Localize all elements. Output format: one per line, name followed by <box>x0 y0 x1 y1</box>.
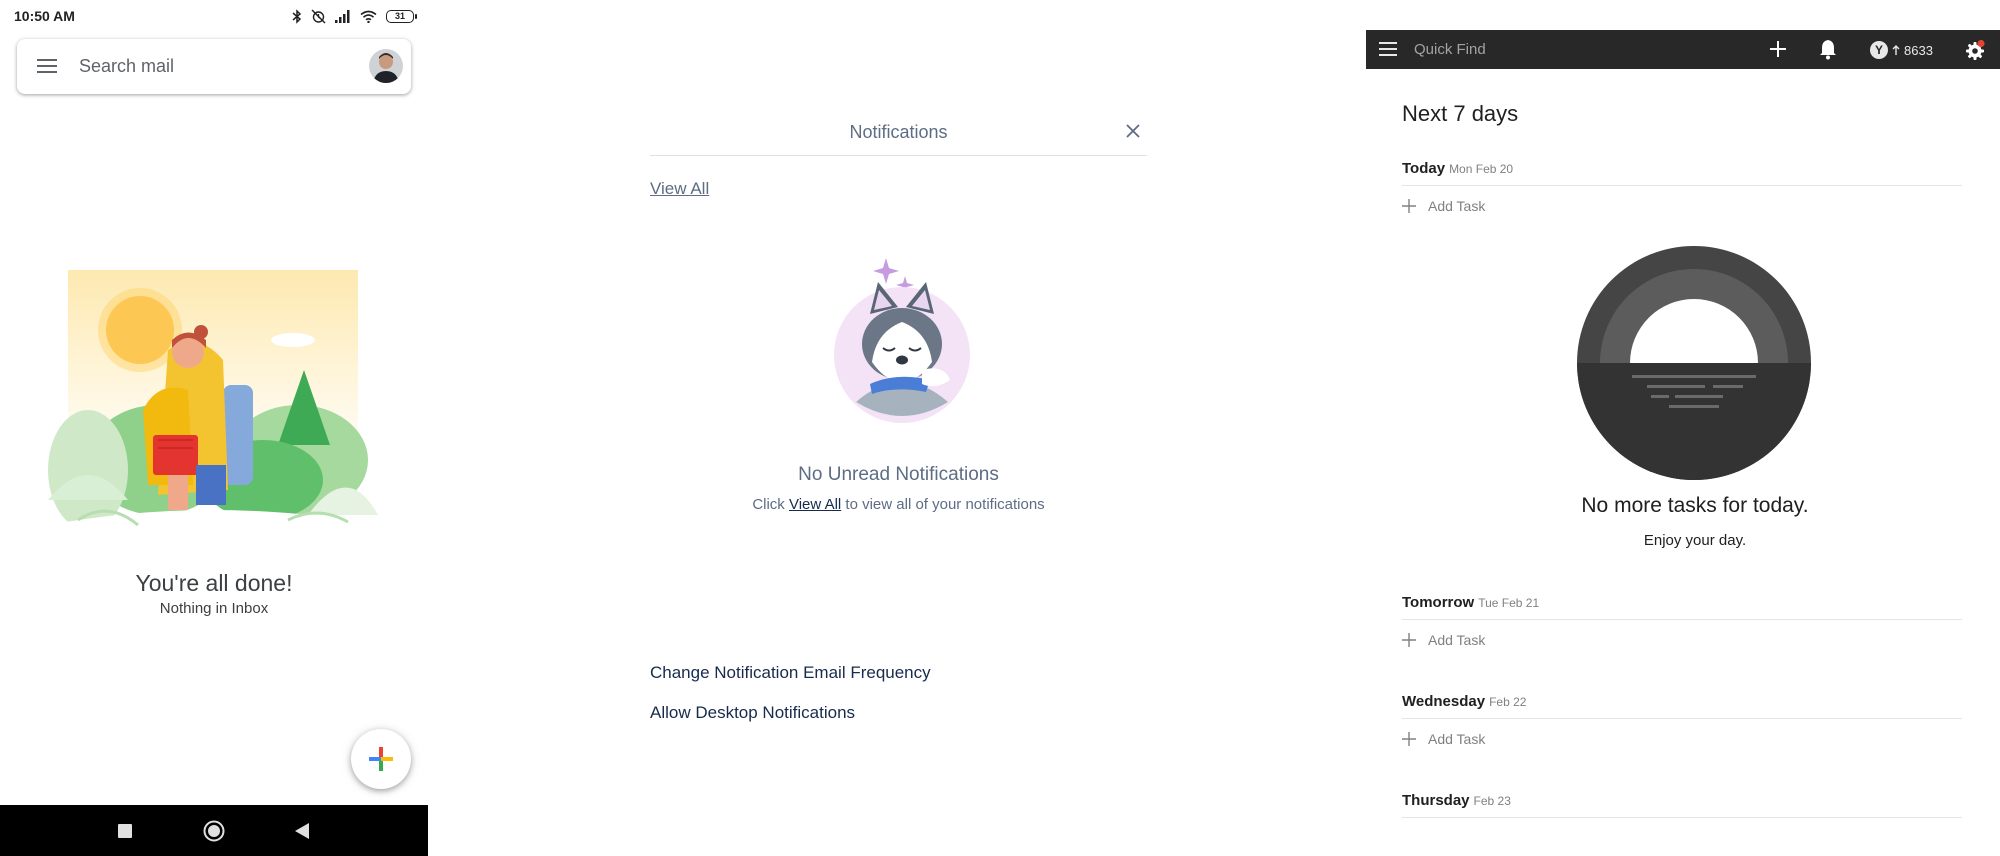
day-date: Tue Feb 21 <box>1478 596 1540 610</box>
allow-desktop-notifications-link[interactable]: Allow Desktop Notifications <box>650 703 855 723</box>
day-name: Today <box>1402 160 1446 177</box>
home-button[interactable] <box>202 819 226 843</box>
bluetooth-icon <box>292 8 302 24</box>
top-bar: Quick Find Y 8633 <box>1366 30 2000 69</box>
karma-badge-icon: Y <box>1870 41 1888 59</box>
todo-app-panel: Quick Find Y 8633 Next 7 days Today Mon … <box>1366 0 2000 856</box>
day-date: Feb 23 <box>1473 794 1511 808</box>
add-task-button[interactable]: Add Task <box>1402 728 1485 750</box>
avatar-image <box>369 49 403 83</box>
page-title: Next 7 days <box>1402 101 1519 126</box>
day-name: Wednesday <box>1402 693 1486 710</box>
inline-view-all-link[interactable]: View All <box>789 496 841 513</box>
day-header-tomorrow: Tomorrow Tue Feb 21 <box>1402 594 1962 620</box>
plus-icon <box>1402 199 1416 213</box>
bell-icon[interactable] <box>1818 38 1838 60</box>
add-task-button[interactable]: Add Task <box>1402 195 1485 217</box>
compose-button[interactable] <box>351 729 411 789</box>
status-icons: 31 <box>292 6 417 26</box>
search-input[interactable]: Search mail <box>79 56 174 77</box>
hamburger-menu-icon[interactable] <box>1378 40 1398 58</box>
mail-app-panel: 10:50 AM 31 Search mail You're all done!… <box>0 0 428 856</box>
inbox-empty-illustration <box>48 270 378 540</box>
quick-find-input[interactable]: Quick Find <box>1414 41 1486 58</box>
subtitle-text-after: to view all of your notifications <box>841 496 1045 513</box>
status-bar: 10:50 AM 31 <box>0 0 428 32</box>
day-date: Feb 22 <box>1489 695 1527 709</box>
search-bar[interactable]: Search mail <box>17 39 411 94</box>
back-button[interactable] <box>290 819 314 843</box>
day-header-today: Today Mon Feb 20 <box>1402 160 1962 186</box>
add-task-label: Add Task <box>1428 632 1486 648</box>
plus-icon <box>1402 732 1416 746</box>
recents-button[interactable] <box>113 819 137 843</box>
add-task-label: Add Task <box>1428 731 1486 747</box>
karma-indicator[interactable]: Y 8633 <box>1870 39 1933 61</box>
notifications-divider <box>650 155 1147 156</box>
karma-score: 8633 <box>1904 42 1933 58</box>
no-unread-title: No Unread Notifications <box>798 464 999 485</box>
add-task-label: Add Task <box>1428 198 1486 214</box>
day-header-thursday: Thursday Feb 23 <box>1402 792 1962 818</box>
no-unread-subtitle: Click View All to view all of your notif… <box>650 496 1147 513</box>
close-icon[interactable] <box>1124 122 1142 140</box>
view-all-link[interactable]: View All <box>650 179 709 199</box>
arrow-up-icon <box>1892 45 1900 55</box>
empty-inbox-subtitle: Nothing in Inbox <box>159 600 269 617</box>
day-header-wednesday: Wednesday Feb 22 <box>1402 693 1962 719</box>
gear-icon[interactable] <box>1964 39 1986 61</box>
empty-inbox-title: You're all done! <box>135 570 293 596</box>
no-more-tasks-subtitle: Enjoy your day. <box>1643 532 1747 549</box>
hamburger-menu-icon[interactable] <box>35 56 59 76</box>
compose-plus-icon <box>369 747 393 771</box>
status-time: 10:50 AM <box>14 8 75 24</box>
alarm-off-icon <box>311 9 326 23</box>
android-nav-bar <box>0 805 428 856</box>
day-date: Mon Feb 20 <box>1449 162 1514 176</box>
day-name: Tomorrow <box>1402 594 1475 611</box>
add-task-plus-icon[interactable] <box>1767 38 1789 60</box>
notifications-panel: Notifications View All No Unread Notific… <box>428 0 1366 856</box>
notifications-title: Notifications <box>849 122 948 142</box>
wifi-icon <box>360 10 377 23</box>
sleeping-husky-illustration <box>834 258 970 423</box>
battery-indicator: 31 <box>386 9 417 23</box>
signal-icon <box>335 9 350 23</box>
account-avatar[interactable] <box>369 49 403 83</box>
day-name: Thursday <box>1402 792 1470 809</box>
back-triangle-icon <box>295 823 309 839</box>
circle-icon <box>203 820 225 842</box>
change-email-frequency-link[interactable]: Change Notification Email Frequency <box>650 663 931 683</box>
no-tasks-sunset-illustration <box>1577 246 1811 480</box>
plus-icon <box>1402 633 1416 647</box>
add-task-button[interactable]: Add Task <box>1402 629 1485 651</box>
subtitle-text-before: Click <box>752 496 789 513</box>
square-icon <box>118 824 132 838</box>
no-more-tasks-title: No more tasks for today. <box>1581 494 1809 517</box>
